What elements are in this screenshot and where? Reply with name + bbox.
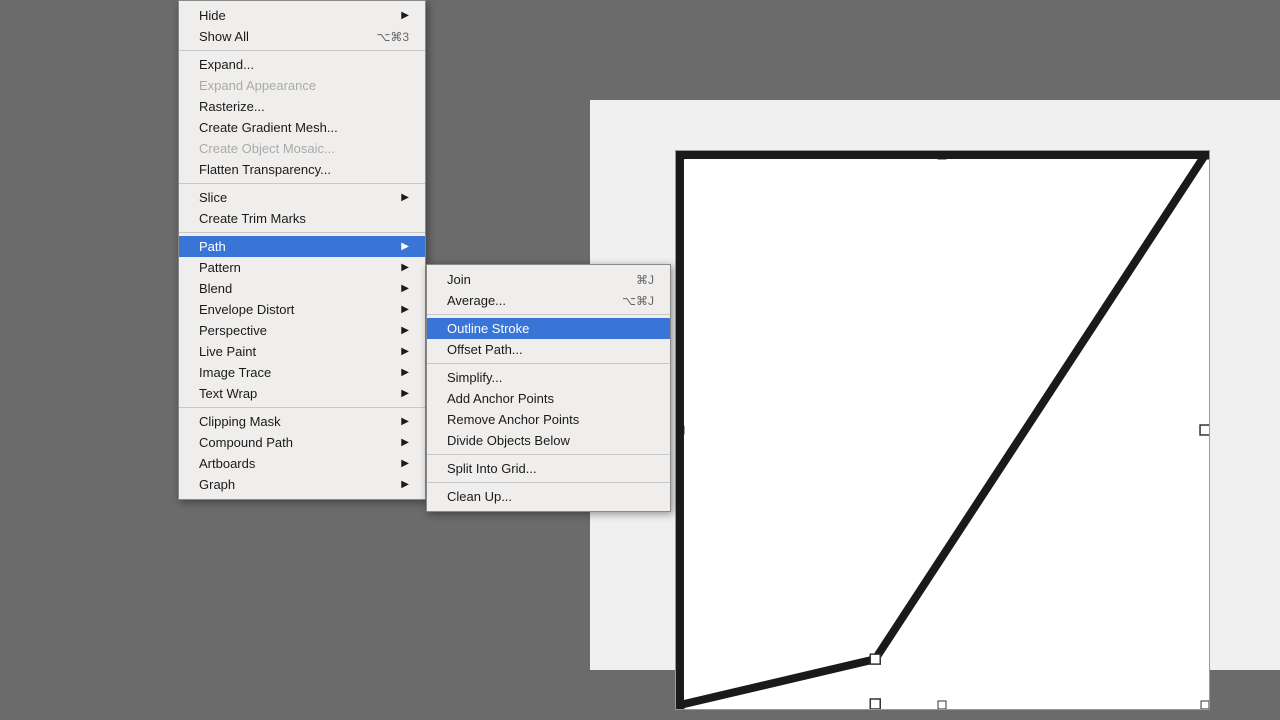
menu-item-shortcut: ⌥⌘3 bbox=[376, 30, 409, 44]
submenu-arrow-icon: ▶ bbox=[401, 388, 409, 399]
submenu-arrow-icon: ▶ bbox=[401, 192, 409, 203]
menu-item-show-all[interactable]: Show All ⌥⌘3 bbox=[179, 26, 425, 47]
submenu-item-remove-anchor-points[interactable]: Remove Anchor Points bbox=[427, 409, 670, 430]
submenu-item-simplify[interactable]: Simplify... bbox=[427, 367, 670, 388]
submenu-item-label: Average... bbox=[447, 293, 506, 308]
submenu-arrow-icon: ▶ bbox=[401, 437, 409, 448]
submenu-item-label: Divide Objects Below bbox=[447, 433, 570, 448]
menu-item-label: Create Trim Marks bbox=[199, 211, 306, 226]
menu-item-label: Perspective bbox=[199, 323, 267, 338]
menu-item-text-wrap[interactable]: Text Wrap ▶ bbox=[179, 383, 425, 404]
path-submenu: Join ⌘J Average... ⌥⌘J Outline Stroke Offset … bbox=[426, 264, 671, 512]
submenu-arrow-icon: ▶ bbox=[401, 10, 409, 21]
menu-item-artboards[interactable]: Artboards ▶ bbox=[179, 453, 425, 474]
menu-item-live-paint[interactable]: Live Paint ▶ bbox=[179, 341, 425, 362]
menu-item-create-trim-marks[interactable]: Create Trim Marks bbox=[179, 208, 425, 229]
submenu-separator bbox=[427, 314, 670, 315]
menu-separator bbox=[179, 50, 425, 51]
menu-item-clipping-mask[interactable]: Clipping Mask ▶ bbox=[179, 411, 425, 432]
submenu-item-label: Add Anchor Points bbox=[447, 391, 554, 406]
menu-item-expand-appearance[interactable]: Expand Appearance bbox=[179, 75, 425, 96]
menu-item-label: Rasterize... bbox=[199, 99, 265, 114]
submenu-item-offset-path[interactable]: Offset Path... bbox=[427, 339, 670, 360]
submenu-item-shortcut: ⌘J bbox=[636, 273, 654, 287]
submenu-arrow-icon: ▶ bbox=[401, 304, 409, 315]
shape-svg bbox=[676, 151, 1209, 709]
menu-item-label: Flatten Transparency... bbox=[199, 162, 331, 177]
submenu-arrow-icon: ▶ bbox=[401, 458, 409, 469]
submenu-arrow-icon: ▶ bbox=[401, 325, 409, 336]
submenu-item-label: Offset Path... bbox=[447, 342, 523, 357]
submenu-arrow-icon: ▶ bbox=[401, 416, 409, 427]
menu-item-label: Artboards bbox=[199, 456, 255, 471]
menu-item-path[interactable]: Path ▶ bbox=[179, 236, 425, 257]
menu-item-create-gradient-mesh[interactable]: Create Gradient Mesh... bbox=[179, 117, 425, 138]
menu-item-pattern[interactable]: Pattern ▶ bbox=[179, 257, 425, 278]
menu-separator bbox=[179, 407, 425, 408]
submenu-item-average[interactable]: Average... ⌥⌘J bbox=[427, 290, 670, 311]
submenu-item-label: Outline Stroke bbox=[447, 321, 529, 336]
menu-item-label: Live Paint bbox=[199, 344, 256, 359]
submenu-item-label: Remove Anchor Points bbox=[447, 412, 579, 427]
submenu-item-label: Join bbox=[447, 272, 471, 287]
submenu-arrow-icon: ▶ bbox=[401, 367, 409, 378]
menu-item-label: Text Wrap bbox=[199, 386, 257, 401]
menu-item-label: Image Trace bbox=[199, 365, 271, 380]
menu-item-label: Show All bbox=[199, 29, 249, 44]
submenu-item-join[interactable]: Join ⌘J bbox=[427, 269, 670, 290]
canvas-area bbox=[590, 100, 1280, 670]
menu-item-label: Graph bbox=[199, 477, 235, 492]
menu-item-label: Create Object Mosaic... bbox=[199, 141, 335, 156]
submenu-item-outline-stroke[interactable]: Outline Stroke bbox=[427, 318, 670, 339]
submenu-item-label: Split Into Grid... bbox=[447, 461, 537, 476]
menu-item-label: Create Gradient Mesh... bbox=[199, 120, 338, 135]
submenu-separator bbox=[427, 482, 670, 483]
menu-item-envelope-distort[interactable]: Envelope Distort ▶ bbox=[179, 299, 425, 320]
submenu-separator bbox=[427, 454, 670, 455]
menu-item-slice[interactable]: Slice ▶ bbox=[179, 187, 425, 208]
submenu-item-clean-up[interactable]: Clean Up... bbox=[427, 486, 670, 507]
menu-item-label: Clipping Mask bbox=[199, 414, 281, 429]
menu-item-label: Expand Appearance bbox=[199, 78, 316, 93]
menu-item-label: Blend bbox=[199, 281, 232, 296]
menu-separator bbox=[179, 232, 425, 233]
menu-item-compound-path[interactable]: Compound Path ▶ bbox=[179, 432, 425, 453]
submenu-arrow-icon: ▶ bbox=[401, 346, 409, 357]
submenu-arrow-icon: ▶ bbox=[401, 479, 409, 490]
menu-item-label: Envelope Distort bbox=[199, 302, 294, 317]
submenu-arrow-icon: ▶ bbox=[401, 241, 409, 252]
menu-item-hide[interactable]: Hide ▶ bbox=[179, 5, 425, 26]
submenu-arrow-icon: ▶ bbox=[401, 262, 409, 273]
menu-item-blend[interactable]: Blend ▶ bbox=[179, 278, 425, 299]
menu-item-label: Slice bbox=[199, 190, 227, 205]
submenu-item-label: Simplify... bbox=[447, 370, 502, 385]
menu-separator bbox=[179, 183, 425, 184]
menu-item-flatten-transparency[interactable]: Flatten Transparency... bbox=[179, 159, 425, 180]
submenu-item-divide-objects-below[interactable]: Divide Objects Below bbox=[427, 430, 670, 451]
menu-item-image-trace[interactable]: Image Trace ▶ bbox=[179, 362, 425, 383]
menu-item-label: Compound Path bbox=[199, 435, 293, 450]
menu-item-graph[interactable]: Graph ▶ bbox=[179, 474, 425, 495]
menu-item-perspective[interactable]: Perspective ▶ bbox=[179, 320, 425, 341]
main-menu: Hide ▶ Show All ⌥⌘3 Expand... Expand Appearan… bbox=[178, 0, 426, 500]
submenu-arrow-icon: ▶ bbox=[401, 283, 409, 294]
menu-item-label: Hide bbox=[199, 8, 226, 23]
menu-item-create-object-mosaic[interactable]: Create Object Mosaic... bbox=[179, 138, 425, 159]
submenu-item-shortcut: ⌥⌘J bbox=[622, 294, 654, 308]
submenu-item-label: Clean Up... bbox=[447, 489, 512, 504]
submenu-separator bbox=[427, 363, 670, 364]
menu-item-expand[interactable]: Expand... bbox=[179, 54, 425, 75]
menu-item-label: Path bbox=[199, 239, 226, 254]
menu-item-rasterize[interactable]: Rasterize... bbox=[179, 96, 425, 117]
menu-item-label: Pattern bbox=[199, 260, 241, 275]
artboard bbox=[675, 150, 1210, 710]
menu-item-label: Expand... bbox=[199, 57, 254, 72]
submenu-item-add-anchor-points[interactable]: Add Anchor Points bbox=[427, 388, 670, 409]
submenu-item-split-into-grid[interactable]: Split Into Grid... bbox=[427, 458, 670, 479]
